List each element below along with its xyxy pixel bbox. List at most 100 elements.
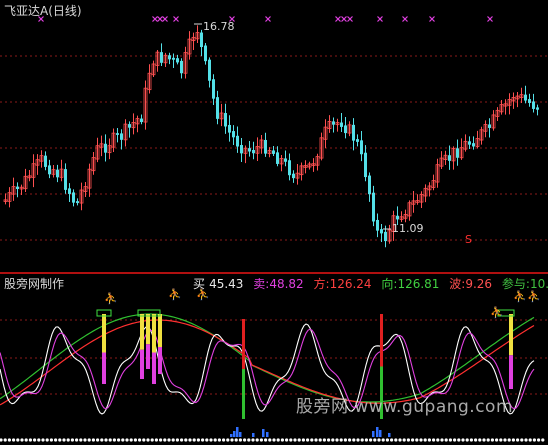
candle-body [200, 32, 203, 48]
volume-bar [372, 431, 375, 437]
signal-bar-yellow [158, 314, 162, 347]
baseline-dot [37, 438, 41, 442]
candle-body [380, 229, 383, 234]
volume-bar [239, 432, 242, 437]
baseline-dot [201, 438, 205, 442]
baseline-dot [373, 438, 377, 442]
baseline-dot [251, 438, 255, 442]
candle-body [532, 101, 535, 109]
baseline-dot [364, 438, 368, 442]
baseline-dot [343, 438, 347, 442]
baseline-dot [541, 438, 545, 442]
baseline-dot [394, 438, 398, 442]
candle-body [284, 158, 287, 162]
high-price-label: 16.78 [203, 20, 235, 33]
baseline-dot [280, 438, 284, 442]
baseline-dot [70, 438, 74, 442]
candle-body [208, 59, 211, 81]
signal-x-marker [429, 16, 435, 22]
candle-body [360, 140, 363, 155]
chart-title: 飞亚达A(日线) [4, 4, 82, 18]
indicator-panel[interactable]: ⛹ ⛹ ⛹ ⛹ ⛹ ⛹ 股旁网制作 买:45.43 卖:48.82 方:126.24 向:… [0, 274, 548, 445]
candle-body [128, 124, 131, 128]
candle-body [332, 121, 335, 125]
candle-body [116, 133, 119, 135]
baseline-dot [83, 438, 87, 442]
runner-icon: ⛹ [168, 287, 182, 301]
baseline-dot [314, 438, 318, 442]
baseline-dot [12, 438, 16, 442]
candle-body [240, 145, 243, 154]
baseline-dot [96, 438, 100, 442]
baseline-dot [406, 438, 410, 442]
volume-bar [230, 434, 233, 437]
signal-bar-magenta [152, 352, 156, 384]
candle-body [292, 173, 295, 179]
baseline-dot [289, 438, 293, 442]
candle-body [524, 94, 527, 101]
baseline-dot [532, 438, 537, 442]
signal-bar-yellow [140, 314, 144, 350]
baseline-dot [419, 438, 423, 442]
signal-bar-magenta [140, 349, 144, 379]
candle-body [140, 118, 143, 123]
baseline-dot [381, 438, 385, 442]
volume-bar [388, 433, 391, 437]
signal-x-marker [265, 16, 271, 22]
readout-sell: 卖:48.82 [253, 277, 304, 291]
signal-x-marker [341, 16, 347, 22]
baseline-dot [75, 438, 79, 442]
candle-body [64, 169, 67, 190]
baseline-dot [79, 438, 83, 442]
baseline-dot [87, 438, 91, 442]
baseline-dot [264, 438, 268, 442]
signal-x-marker [335, 16, 341, 22]
volume-bar [379, 430, 382, 437]
baseline-dot [356, 438, 360, 442]
candle-body [488, 124, 491, 128]
signal-bar-magenta [102, 352, 106, 384]
candle-body [44, 155, 47, 167]
baseline-dot [247, 438, 251, 442]
candle-body [176, 58, 179, 63]
baseline-dot [461, 438, 465, 442]
baseline-dot [436, 438, 440, 442]
readout-xiang: 向:126.81 [381, 277, 440, 291]
volume-bar [266, 432, 269, 437]
baseline-dot [465, 438, 469, 442]
signal-x-marker [162, 16, 168, 22]
runner-icon: ⛹ [104, 291, 118, 305]
baseline-dot [54, 438, 58, 442]
candle-body [528, 99, 531, 103]
candle-body [172, 57, 175, 60]
candle-body [104, 143, 107, 153]
baseline-dot [100, 438, 104, 442]
baseline-dot [448, 438, 452, 442]
candle-body [468, 141, 471, 145]
baseline-dot [276, 438, 280, 442]
signal-x-marker [152, 16, 158, 22]
baseline-dot [142, 438, 146, 442]
volume-bar [376, 427, 379, 437]
price-chart-panel[interactable]: 飞亚达A(日线) 16.78 11.09 S [0, 0, 548, 273]
baseline-dot [444, 438, 448, 442]
signal-bar-magenta [509, 355, 513, 389]
baseline-dot [125, 438, 129, 442]
baseline-dot [528, 438, 532, 442]
baseline-dot [33, 438, 37, 442]
baseline-dot [138, 438, 142, 442]
baseline-dot [20, 438, 24, 442]
baseline-dot [0, 438, 3, 442]
baseline-dot [49, 438, 54, 442]
baseline-dot [411, 438, 415, 442]
candle-body [180, 60, 183, 74]
sell-marker: S [465, 233, 472, 246]
baseline-dot [516, 438, 520, 442]
baseline-dot [478, 438, 482, 442]
baseline-dot [3, 438, 7, 442]
baseline-dot [306, 438, 310, 442]
indicator-chart[interactable]: ⛹ ⛹ ⛹⛹⛹ ⛹ [0, 274, 548, 445]
candles-group [3, 25, 539, 248]
candle-body [120, 133, 123, 140]
indicator-name: 股旁网制作 [4, 277, 65, 291]
